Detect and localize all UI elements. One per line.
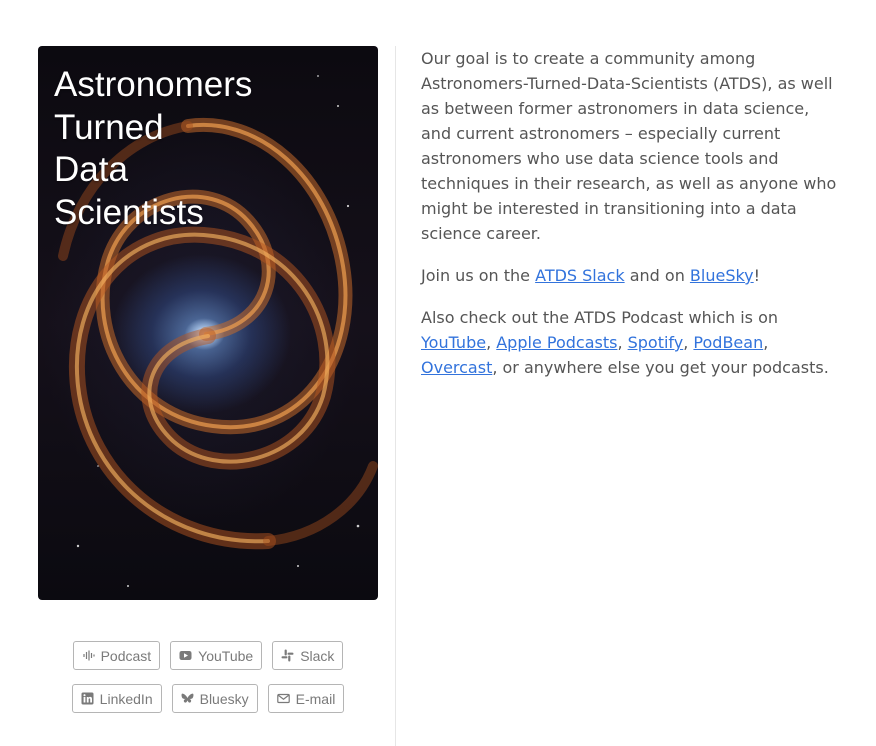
linkedin-button[interactable]: LinkedIn	[71, 684, 162, 713]
podcast-button[interactable]: Podcast	[72, 641, 161, 670]
slack-button-label: Slack	[300, 647, 335, 664]
email-button[interactable]: E-mail	[267, 684, 345, 713]
bluesky-link[interactable]: BlueSky	[690, 266, 754, 285]
hero-image: Astronomers Turned Data Scientists	[38, 46, 378, 600]
youtube-link[interactable]: YouTube	[421, 333, 486, 352]
overcast-link[interactable]: Overcast	[421, 358, 492, 377]
spotify-link[interactable]: Spotify	[628, 333, 684, 352]
envelope-icon	[276, 692, 290, 705]
podcast-separator: ,	[486, 333, 497, 352]
slack-button[interactable]: Slack	[272, 641, 344, 670]
join-middle: and on	[624, 266, 690, 285]
slack-icon	[281, 649, 294, 662]
email-button-label: E-mail	[295, 690, 336, 707]
hero-title: Astronomers Turned Data Scientists	[54, 65, 253, 232]
youtube-button-label: YouTube	[198, 647, 254, 664]
podcast-separator: ,	[617, 333, 628, 352]
join-paragraph: Join us on the ATDS Slack and on BlueSky…	[421, 263, 841, 288]
linkedin-icon	[81, 692, 94, 705]
intro-paragraph: Our goal is to create a community among …	[421, 49, 837, 243]
bluesky-button[interactable]: Bluesky	[171, 684, 258, 713]
podcast-suffix: , or anywhere else you get your podcasts…	[492, 358, 829, 377]
podcast-button-label: Podcast	[100, 647, 152, 664]
join-suffix: !	[753, 266, 761, 285]
button-row-1: Podcast YouTube Slack	[38, 641, 378, 670]
button-row-2: LinkedIn Bluesky E-mail	[38, 684, 378, 713]
podcast-paragraph: Also check out the ATDS Podcast which is…	[421, 305, 841, 380]
column-divider	[395, 46, 396, 746]
linkedin-button-label: LinkedIn	[99, 690, 153, 707]
bluesky-button-label: Bluesky	[199, 690, 249, 707]
apple-podcasts-link[interactable]: Apple Podcasts	[496, 333, 617, 352]
right-column: Our goal is to create a community among …	[421, 46, 841, 397]
bluesky-butterfly-icon	[181, 692, 194, 705]
join-prefix: Join us on the	[421, 266, 536, 285]
left-column: Astronomers Turned Data Scientists Podca…	[38, 46, 378, 713]
social-buttons: Podcast YouTube Slack LinkedIn Bluesky E…	[38, 641, 378, 727]
youtube-button[interactable]: YouTube	[170, 641, 263, 670]
podcast-prefix: Also check out the ATDS Podcast which is…	[421, 308, 779, 327]
podcast-waveform-icon	[82, 649, 95, 662]
podbean-link[interactable]: PodBean	[693, 333, 763, 352]
podcast-separator: ,	[763, 333, 769, 352]
atds-slack-link[interactable]: ATDS Slack	[535, 266, 625, 285]
youtube-icon	[179, 649, 192, 662]
podcast-separator: ,	[683, 333, 694, 352]
